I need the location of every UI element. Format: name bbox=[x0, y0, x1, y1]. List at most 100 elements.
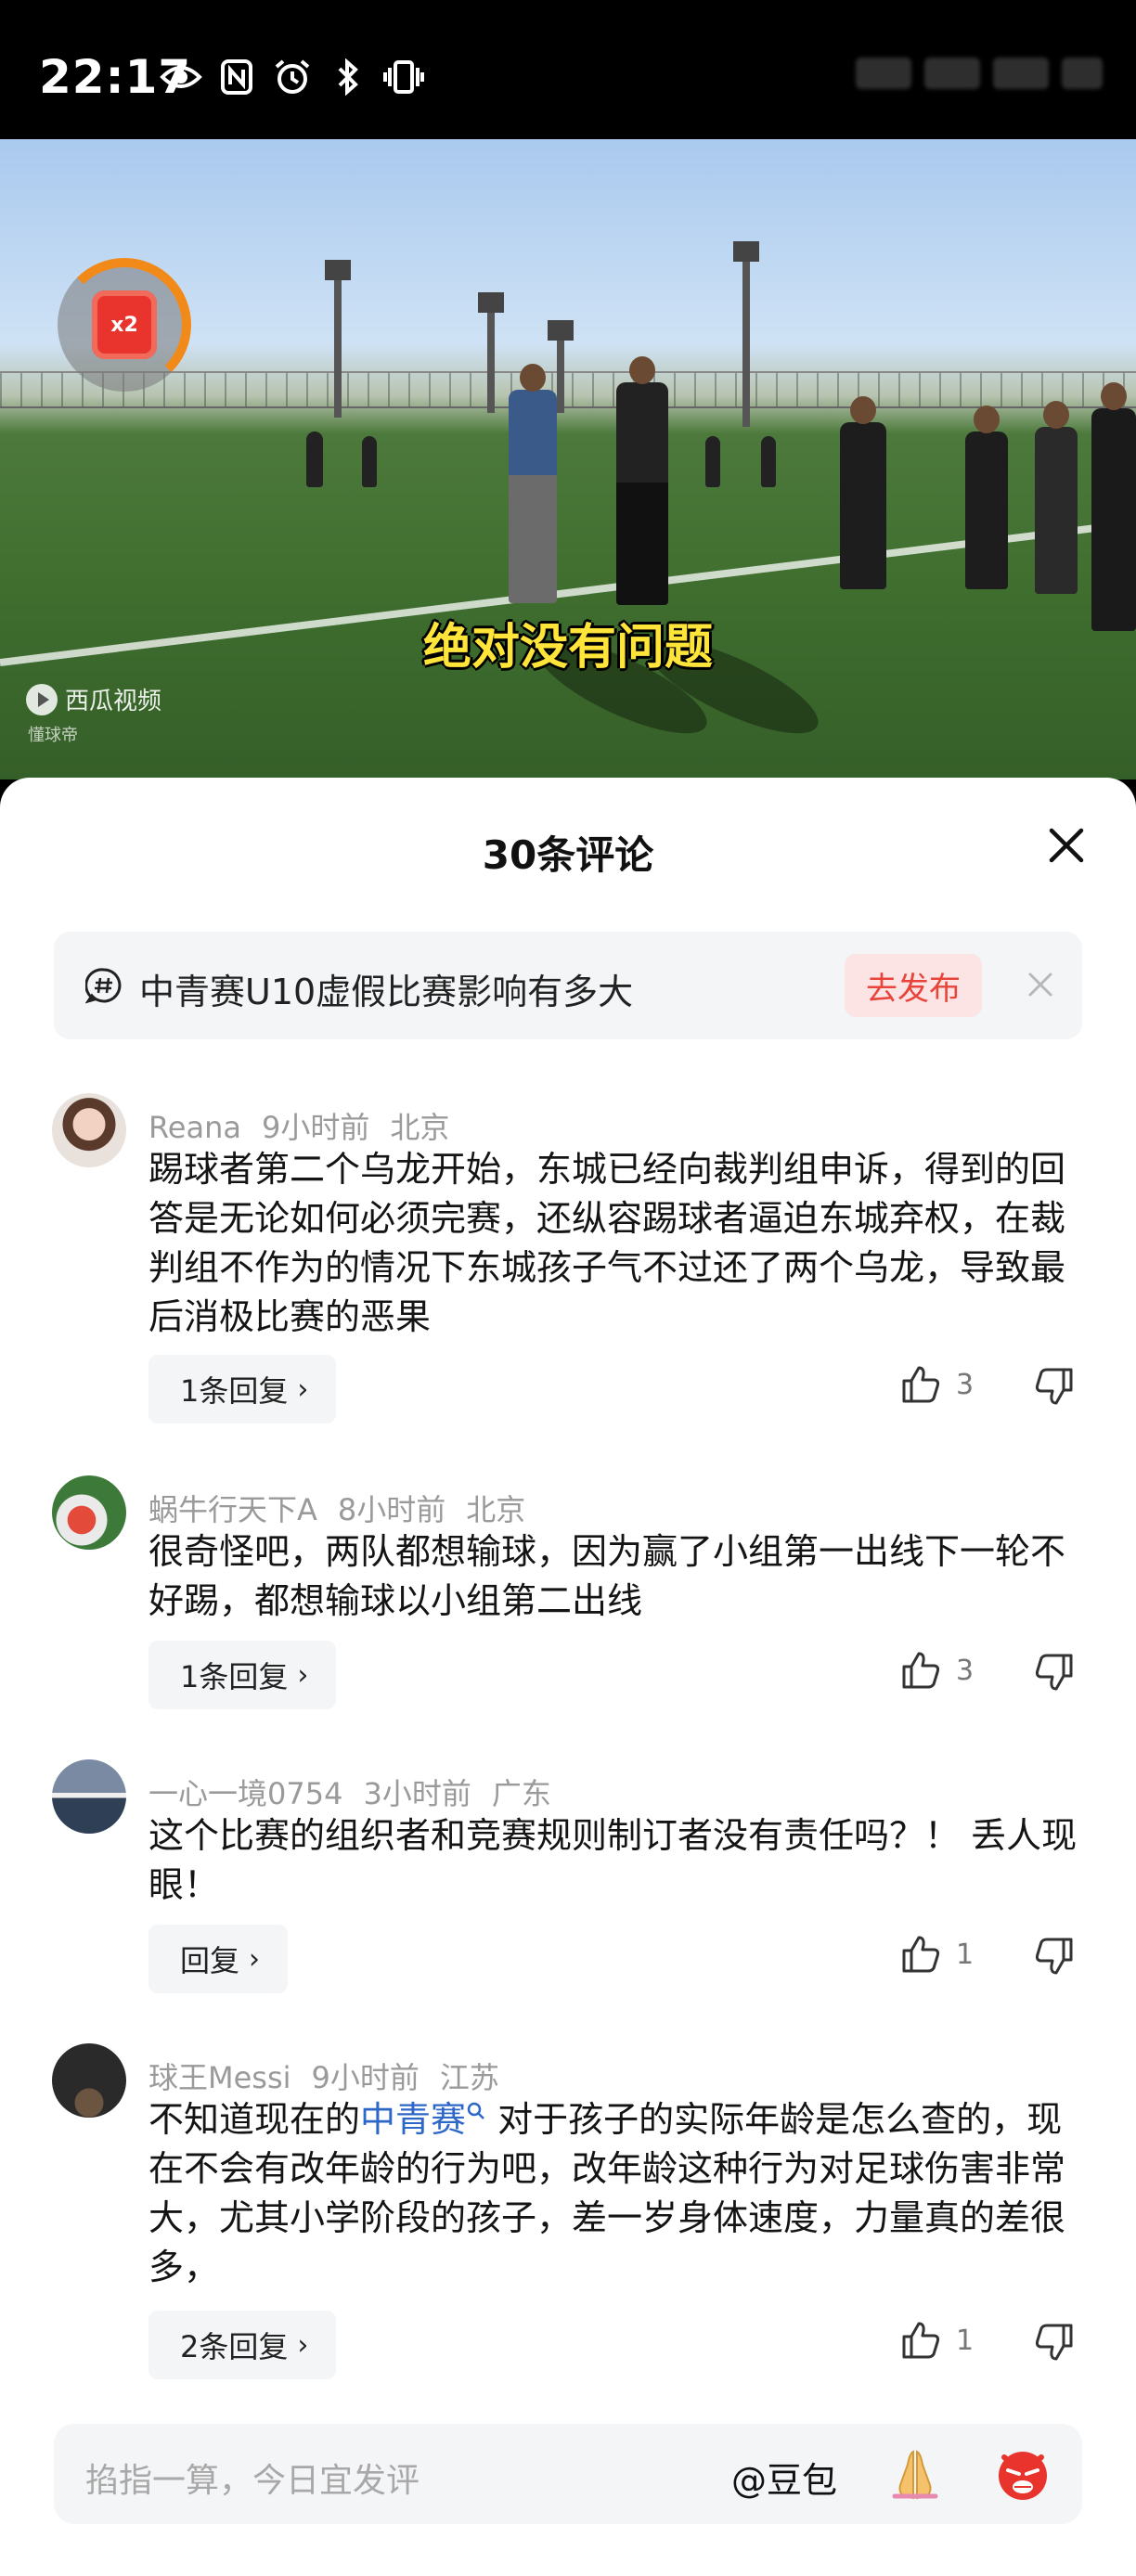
hashtag-icon bbox=[85, 968, 122, 1004]
comment-input-bar[interactable]: 掐指一算，今日宜发评 @豆包 bbox=[54, 2424, 1082, 2524]
dislike-button[interactable] bbox=[1034, 1652, 1075, 1696]
person-figure bbox=[705, 436, 720, 487]
topic-banner[interactable]: 中青赛U10虚假比赛影响有多大 去发布 bbox=[54, 932, 1082, 1039]
like-count: 3 bbox=[956, 1654, 975, 1687]
comment-text[interactable]: 很奇怪吧，两队都想输球，因为赢了小组第一出线下一轮不好踢，都想输球以小组第二出线 bbox=[148, 1527, 1086, 1626]
status-right-icons bbox=[856, 58, 1103, 89]
comment-text[interactable]: 不知道现在的中青赛 对于孩子的实际年龄是怎么查的，现在不会有改年龄的行为吧，改年… bbox=[148, 2095, 1086, 2292]
dislike-button[interactable] bbox=[1034, 1366, 1075, 1410]
sheet-title: 30条评论 bbox=[482, 832, 654, 878]
reply-label: 2条回复 bbox=[180, 2329, 289, 2364]
thumbs-down-icon bbox=[1035, 1938, 1073, 1975]
like-button[interactable]: 1 bbox=[900, 2320, 974, 2361]
comment-meta: Reana 9小时前 北京 bbox=[148, 1104, 470, 1147]
pray-emoji-icon[interactable] bbox=[885, 2444, 945, 2504]
at-doubao-button[interactable]: @豆包 bbox=[731, 2452, 837, 2503]
angry-emoji-icon[interactable] bbox=[993, 2444, 1052, 2504]
comment-text[interactable]: 这个比赛的组织者和竞赛规则制订者没有责任吗？！ 丢人现眼！ bbox=[148, 1811, 1086, 1910]
speed-badge-label: x2 bbox=[92, 290, 157, 359]
topic-close-icon[interactable] bbox=[1025, 969, 1056, 1000]
publish-button[interactable]: 去发布 bbox=[845, 954, 982, 1017]
thumbs-down-icon bbox=[1035, 1654, 1073, 1691]
thumbs-up-icon bbox=[902, 1936, 940, 1973]
person-figure bbox=[306, 431, 323, 487]
comments-sheet: 30条评论 中青赛U10虚假比赛影响有多大 去发布 Reana 9小时前 北京 踢球… bbox=[0, 778, 1136, 2576]
thumbs-up-icon bbox=[902, 2322, 940, 2359]
like-button[interactable]: 3 bbox=[900, 1364, 974, 1405]
close-icon bbox=[1049, 828, 1084, 863]
light-pole bbox=[733, 241, 759, 427]
thumbs-up-icon bbox=[902, 1652, 940, 1689]
status-icons bbox=[160, 58, 425, 97]
vibrate-icon bbox=[382, 58, 425, 97]
dislike-button[interactable] bbox=[1034, 2322, 1075, 2366]
comment-time: 9小时前 bbox=[311, 2060, 420, 2095]
comment-meta: 球王Messi 9小时前 江苏 bbox=[148, 2054, 520, 2097]
person-figure bbox=[509, 364, 557, 603]
video-player[interactable]: x2 绝对没有问题 西瓜视频 懂球帝 bbox=[0, 139, 1136, 779]
reply-button[interactable]: 回复 › bbox=[148, 1925, 289, 1993]
comment-text[interactable]: 踢球者第二个乌龙开始，东城已经向裁判组申诉，得到的回答是无论如何必须完赛，还纵容… bbox=[148, 1145, 1086, 1342]
avatar[interactable] bbox=[52, 1093, 126, 1167]
comment-meta: 蜗牛行天下A 8小时前 北京 bbox=[148, 1487, 546, 1529]
comment-location: 北京 bbox=[466, 1492, 526, 1527]
person-figure bbox=[965, 406, 1008, 589]
like-count: 1 bbox=[956, 1938, 975, 1971]
chevron-right-icon: › bbox=[249, 1942, 261, 1976]
like-count: 1 bbox=[956, 2324, 975, 2357]
watermark: 西瓜视频 bbox=[26, 682, 161, 716]
view-replies-button[interactable]: 1条回复 › bbox=[148, 1355, 337, 1423]
nfc-icon bbox=[215, 58, 258, 97]
thumbs-down-icon bbox=[1035, 1368, 1073, 1405]
comment-username[interactable]: 一心一境0754 bbox=[148, 1776, 342, 1811]
avatar[interactable] bbox=[52, 1759, 126, 1834]
reply-label: 1条回复 bbox=[180, 1659, 289, 1694]
speed-badge[interactable]: x2 bbox=[58, 258, 191, 392]
light-pole bbox=[325, 260, 351, 418]
bluetooth-icon bbox=[327, 58, 369, 97]
comment-time: 8小时前 bbox=[337, 1492, 446, 1527]
comment-location: 广东 bbox=[491, 1776, 551, 1811]
comment-username[interactable]: 球王Messi bbox=[148, 2060, 291, 2095]
comment-location: 北京 bbox=[390, 1110, 450, 1145]
like-button[interactable]: 3 bbox=[900, 1650, 974, 1691]
reply-label: 回复 bbox=[180, 1943, 240, 1978]
comment-location: 江苏 bbox=[439, 2060, 499, 2095]
eye-icon bbox=[160, 58, 202, 97]
person-figure bbox=[761, 436, 776, 487]
avatar[interactable] bbox=[52, 1475, 126, 1550]
close-button[interactable] bbox=[1047, 826, 1086, 865]
person-figure bbox=[840, 396, 886, 589]
dislike-button[interactable] bbox=[1034, 1936, 1075, 1980]
search-icon bbox=[467, 2102, 484, 2119]
reply-label: 1条回复 bbox=[180, 1373, 289, 1409]
alarm-icon bbox=[271, 58, 314, 97]
fence bbox=[0, 371, 1136, 408]
topic-text: 中青赛U10虚假比赛影响有多大 bbox=[139, 972, 634, 1012]
topic-link[interactable]: 中青赛 bbox=[360, 2099, 466, 2140]
like-count: 3 bbox=[956, 1368, 975, 1401]
person-figure bbox=[362, 436, 377, 487]
view-replies-button[interactable]: 1条回复 › bbox=[148, 1641, 337, 1709]
view-replies-button[interactable]: 2条回复 › bbox=[148, 2311, 337, 2379]
light-pole bbox=[478, 292, 504, 413]
like-button[interactable]: 1 bbox=[900, 1934, 974, 1975]
person-figure bbox=[1091, 382, 1136, 631]
comment-time: 9小时前 bbox=[261, 1110, 370, 1145]
comment-meta: 一心一境0754 3小时前 广东 bbox=[148, 1771, 572, 1813]
avatar[interactable] bbox=[52, 2043, 126, 2118]
thumbs-down-icon bbox=[1035, 2324, 1073, 2361]
light-pole bbox=[548, 320, 574, 413]
video-subtitle: 绝对没有问题 bbox=[422, 620, 713, 676]
watermark-sub: 懂球帝 bbox=[28, 726, 78, 745]
comment-text-before: 不知道现在的 bbox=[148, 2099, 361, 2140]
comment-input-placeholder[interactable]: 掐指一算，今日宜发评 bbox=[85, 2454, 420, 2502]
watermark-text: 西瓜视频 bbox=[65, 688, 162, 715]
chevron-right-icon: › bbox=[297, 1658, 309, 1692]
play-icon bbox=[26, 683, 58, 715]
comment-time: 3小时前 bbox=[363, 1776, 471, 1811]
person-figure bbox=[1035, 401, 1078, 594]
person-figure bbox=[616, 356, 668, 605]
comment-username[interactable]: Reana bbox=[148, 1110, 241, 1145]
comment-username[interactable]: 蜗牛行天下A bbox=[148, 1492, 317, 1527]
